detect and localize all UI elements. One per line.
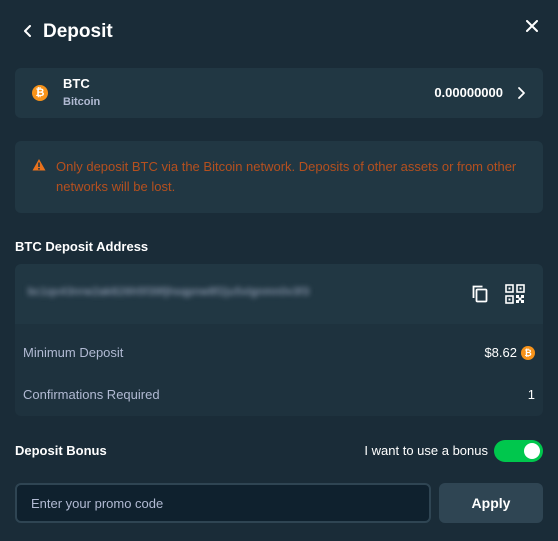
currency-balance: 0.00000000 [434, 85, 503, 100]
deposit-address-value[interactable]: bc1qx43nrw2ak826h5f39fjhsqpnw8f2ju5xlgnm… [28, 286, 358, 300]
bitcoin-icon: ₿ [32, 85, 48, 101]
deposit-info: Minimum Deposit $8.62 ₿ Confirmations Re… [15, 324, 543, 416]
confirmations-row: Confirmations Required 1 [15, 385, 543, 405]
page-title: Deposit [43, 21, 113, 42]
warning-icon [32, 159, 46, 171]
show-qr-button[interactable] [505, 284, 525, 304]
minimum-deposit-row: Minimum Deposit $8.62 ₿ [15, 343, 543, 363]
close-button[interactable] [520, 14, 544, 38]
confirmations-label: Confirmations Required [23, 387, 160, 402]
warning-text: Only deposit BTC via the Bitcoin network… [56, 159, 517, 194]
bonus-toggle[interactable] [494, 440, 543, 462]
modal-header: Deposit [0, 0, 558, 64]
minimum-deposit-label: Minimum Deposit [23, 345, 124, 360]
copy-address-button[interactable] [470, 284, 490, 304]
promo-code-input[interactable] [15, 483, 431, 523]
minimum-deposit-value-wrap: $8.62 ₿ [484, 343, 535, 363]
back-button[interactable] [18, 20, 38, 42]
qr-code-icon [505, 284, 525, 304]
currency-selector[interactable]: ₿ BTC Bitcoin 0.00000000 [15, 68, 543, 118]
network-warning: Only deposit BTC via the Bitcoin network… [15, 141, 543, 213]
currency-code: BTC [63, 76, 90, 91]
deposit-address-box: bc1qx43nrw2ak826h5f39fjhsqpnw8f2ju5xlgnm… [15, 264, 543, 324]
currency-name: Bitcoin [63, 96, 101, 108]
close-icon [526, 20, 538, 32]
confirmations-value: 1 [527, 387, 535, 402]
copy-icon [472, 285, 488, 303]
chevron-left-icon [24, 25, 31, 37]
minimum-deposit-value: $8.62 [484, 345, 517, 360]
chevron-right-icon [518, 87, 525, 99]
bonus-toggle-label: I want to use a bonus [364, 443, 488, 458]
deposit-address-label: BTC Deposit Address [15, 239, 149, 254]
apply-button[interactable]: Apply [439, 483, 543, 523]
deposit-bonus-label: Deposit Bonus [15, 443, 107, 458]
bitcoin-icon: ₿ [521, 346, 535, 360]
toggle-knob [524, 443, 540, 459]
